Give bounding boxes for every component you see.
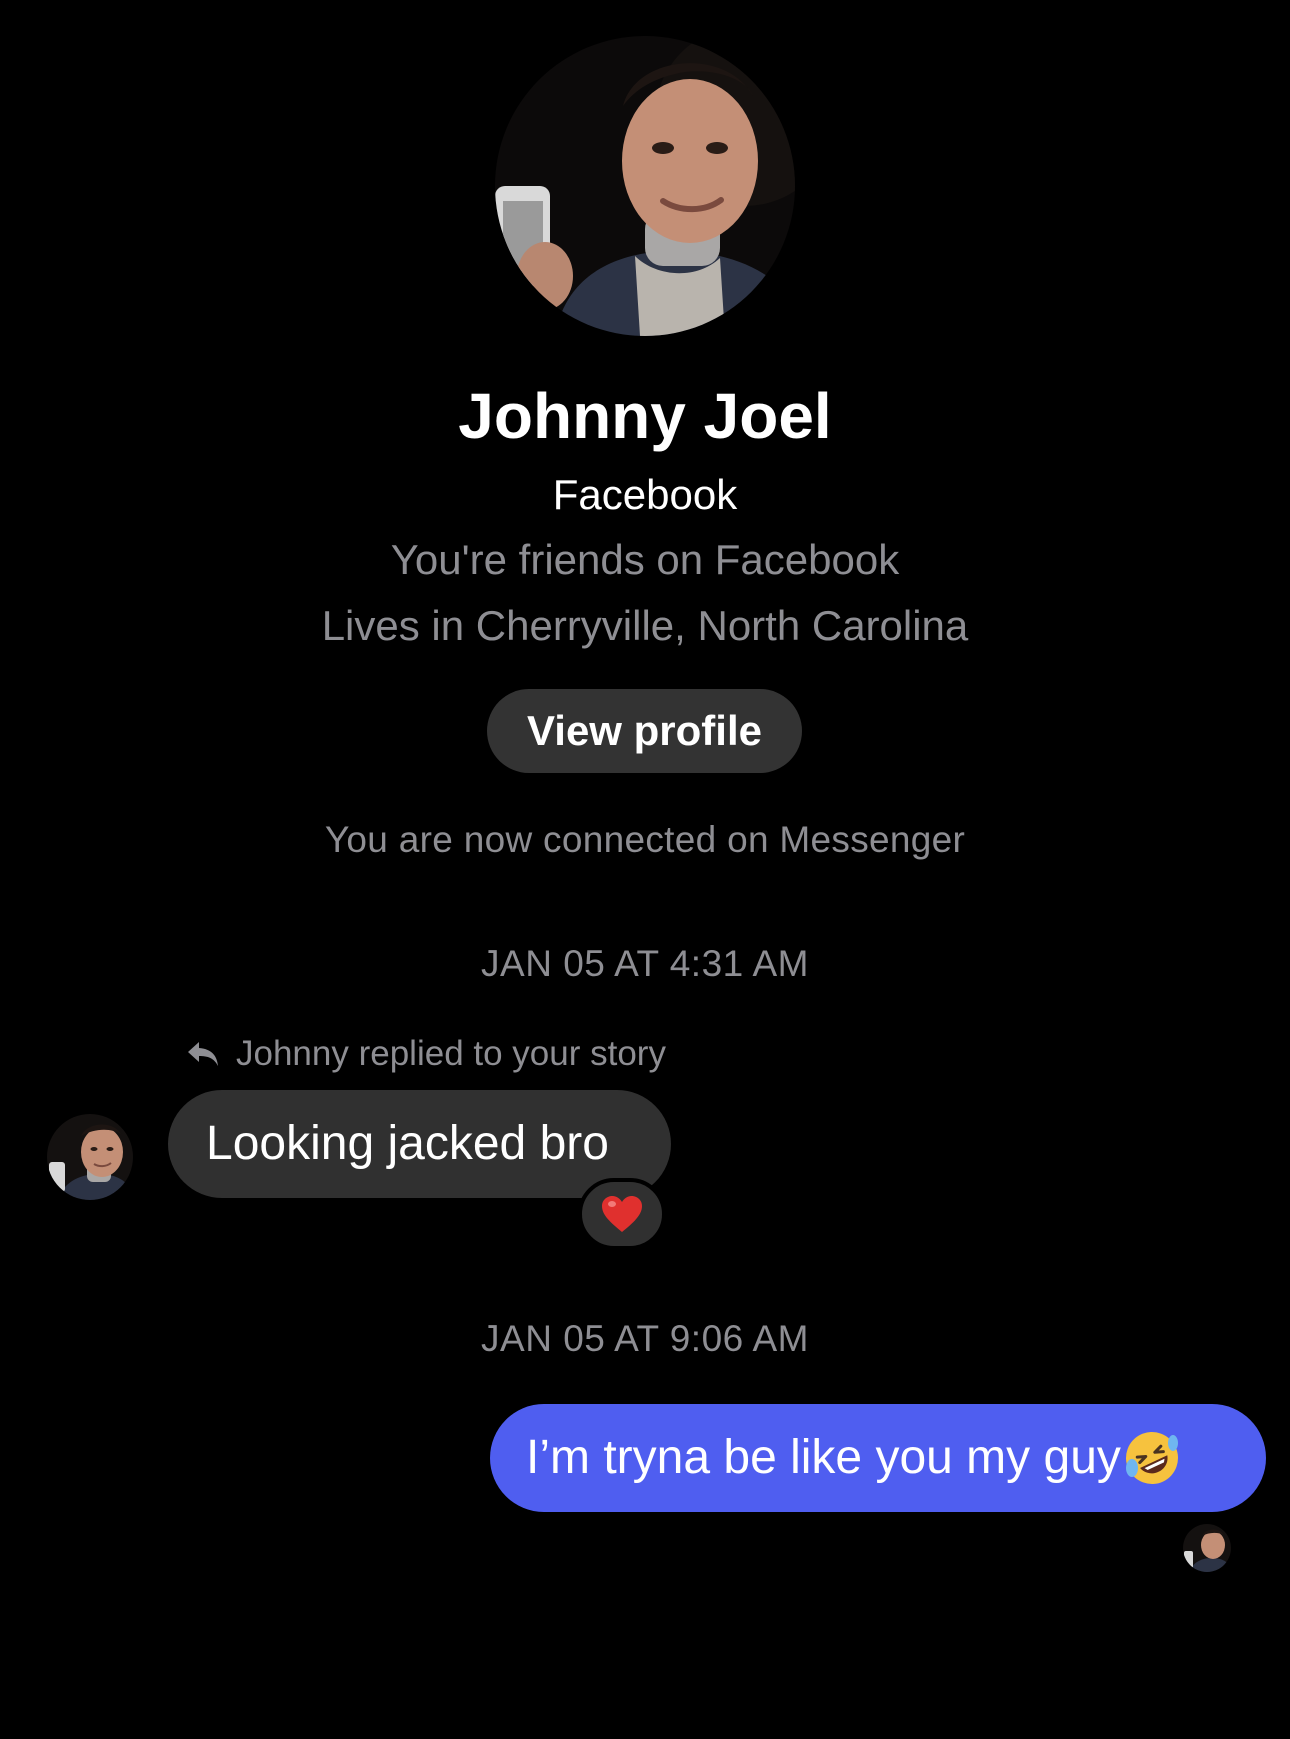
outgoing-message-bubble[interactable]: I’m tryna be like you my guy <box>490 1404 1266 1512</box>
profile-name: Johnny Joel <box>458 380 832 452</box>
message-timestamp: JAN 05 AT 4:31 AM <box>481 943 809 984</box>
connected-note: You are now connected on Messenger <box>324 819 966 860</box>
sender-avatar[interactable] <box>47 1114 133 1200</box>
heart-icon <box>602 1196 642 1232</box>
view-profile-button[interactable]: View profile <box>487 689 802 773</box>
reply-arrow-icon <box>186 1040 220 1068</box>
story-reply-label: Johnny replied to your story <box>236 1034 666 1073</box>
rolling-laughing-emoji-icon <box>1123 1429 1181 1487</box>
profile-avatar[interactable] <box>495 36 795 336</box>
profile-source: Facebook <box>552 471 738 518</box>
story-reply-context: Johnny replied to your story <box>186 1031 666 1077</box>
message-reaction[interactable] <box>578 1178 666 1250</box>
friends-status: You're friends on Facebook <box>390 536 900 583</box>
outgoing-message-text: I’m tryna be like you my guy <box>526 1431 1121 1484</box>
profile-location: Lives in Cherryville, North Carolina <box>321 602 969 649</box>
seen-receipt-avatar <box>1183 1524 1231 1572</box>
message-timestamp: JAN 05 AT 9:06 AM <box>481 1318 809 1359</box>
